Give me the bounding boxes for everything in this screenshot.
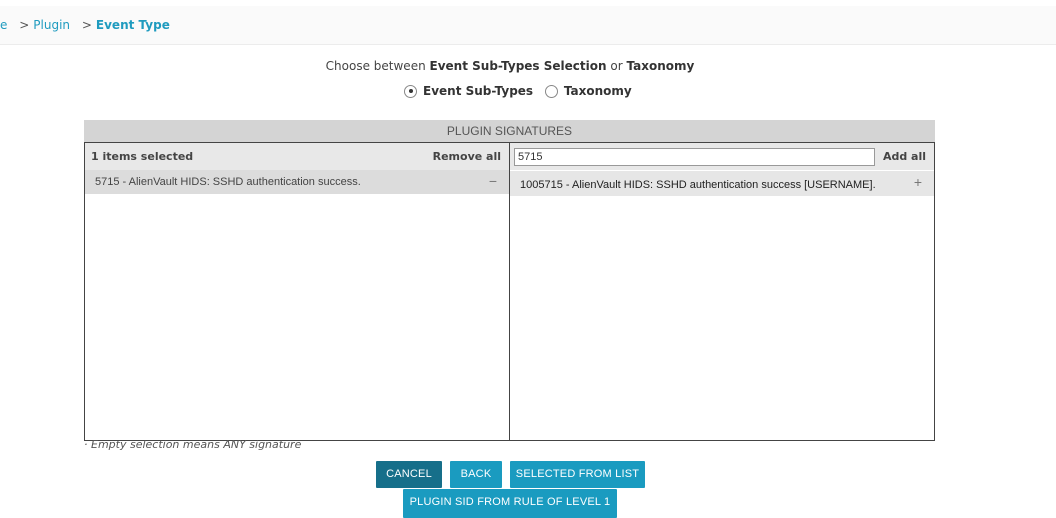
radio-taxonomy[interactable]: Taxonomy [544, 84, 632, 98]
back-button[interactable]: BACK [450, 461, 502, 488]
prompt-prefix: Choose between [325, 59, 426, 73]
breadcrumb: e > Plugin > Event Type [0, 18, 170, 32]
add-item-icon[interactable]: + [914, 174, 922, 190]
radio-event-subtypes[interactable]: Event Sub-Types [404, 84, 533, 98]
radio-label-taxonomy: Taxonomy [563, 84, 632, 98]
breadcrumb-separator: > [19, 18, 30, 32]
plugin-signatures-header: PLUGIN SIGNATURES [84, 120, 935, 142]
prompt-joiner: or [610, 59, 623, 73]
breadcrumb-item-plugin[interactable]: Plugin [33, 18, 70, 32]
plugin-sid-from-rule-button[interactable]: PLUGIN SID FROM RULE OF LEVEL 1 [403, 489, 617, 518]
breadcrumb-separator: > [81, 18, 92, 32]
available-signatures-panel: Add all 1005715 - AlienVault HIDS: SSHD … [509, 142, 935, 441]
selected-count: 1 items selected [91, 150, 194, 163]
radio-button-checked[interactable] [404, 84, 417, 98]
empty-selection-note: · Empty selection means ANY signature [84, 438, 302, 451]
prompt-option-subtypes: Event Sub-Types Selection [429, 59, 607, 73]
cancel-button[interactable]: CANCEL [376, 461, 442, 488]
radio-label-event-subtypes: Event Sub-Types [423, 84, 534, 98]
signature-search-input[interactable] [514, 148, 875, 166]
remove-item-icon[interactable]: − [489, 173, 497, 189]
add-all-link[interactable]: Add all [883, 150, 926, 163]
selected-signatures-panel: 1 items selected Remove all 5715 - Alien… [84, 142, 510, 441]
available-signature-item[interactable]: 1005715 - AlienVault HIDS: SSHD authenti… [510, 171, 934, 196]
breadcrumb-item-home[interactable]: e [0, 18, 7, 32]
remove-all-link[interactable]: Remove all [433, 150, 501, 163]
selection-mode-radios: Event Sub-Types Taxonomy [404, 84, 640, 101]
selection-mode-prompt: Choose between Event Sub-Types Selection… [0, 59, 1020, 73]
breadcrumb-item-event-type: Event Type [95, 18, 170, 32]
prompt-option-taxonomy: Taxonomy [626, 59, 695, 73]
radio-button-unchecked[interactable] [544, 84, 558, 98]
selected-signature-label: 5715 - AlienVault HIDS: SSHD authenticat… [95, 176, 361, 188]
available-panel-toolbar: Add all [510, 143, 934, 170]
available-signature-label: 1005715 - AlienVault HIDS: SSHD authenti… [520, 179, 876, 191]
selected-signature-item[interactable]: 5715 - AlienVault HIDS: SSHD authenticat… [85, 170, 509, 194]
selected-from-list-button[interactable]: SELECTED FROM LIST [510, 461, 645, 488]
selected-panel-toolbar: 1 items selected Remove all [85, 143, 509, 170]
